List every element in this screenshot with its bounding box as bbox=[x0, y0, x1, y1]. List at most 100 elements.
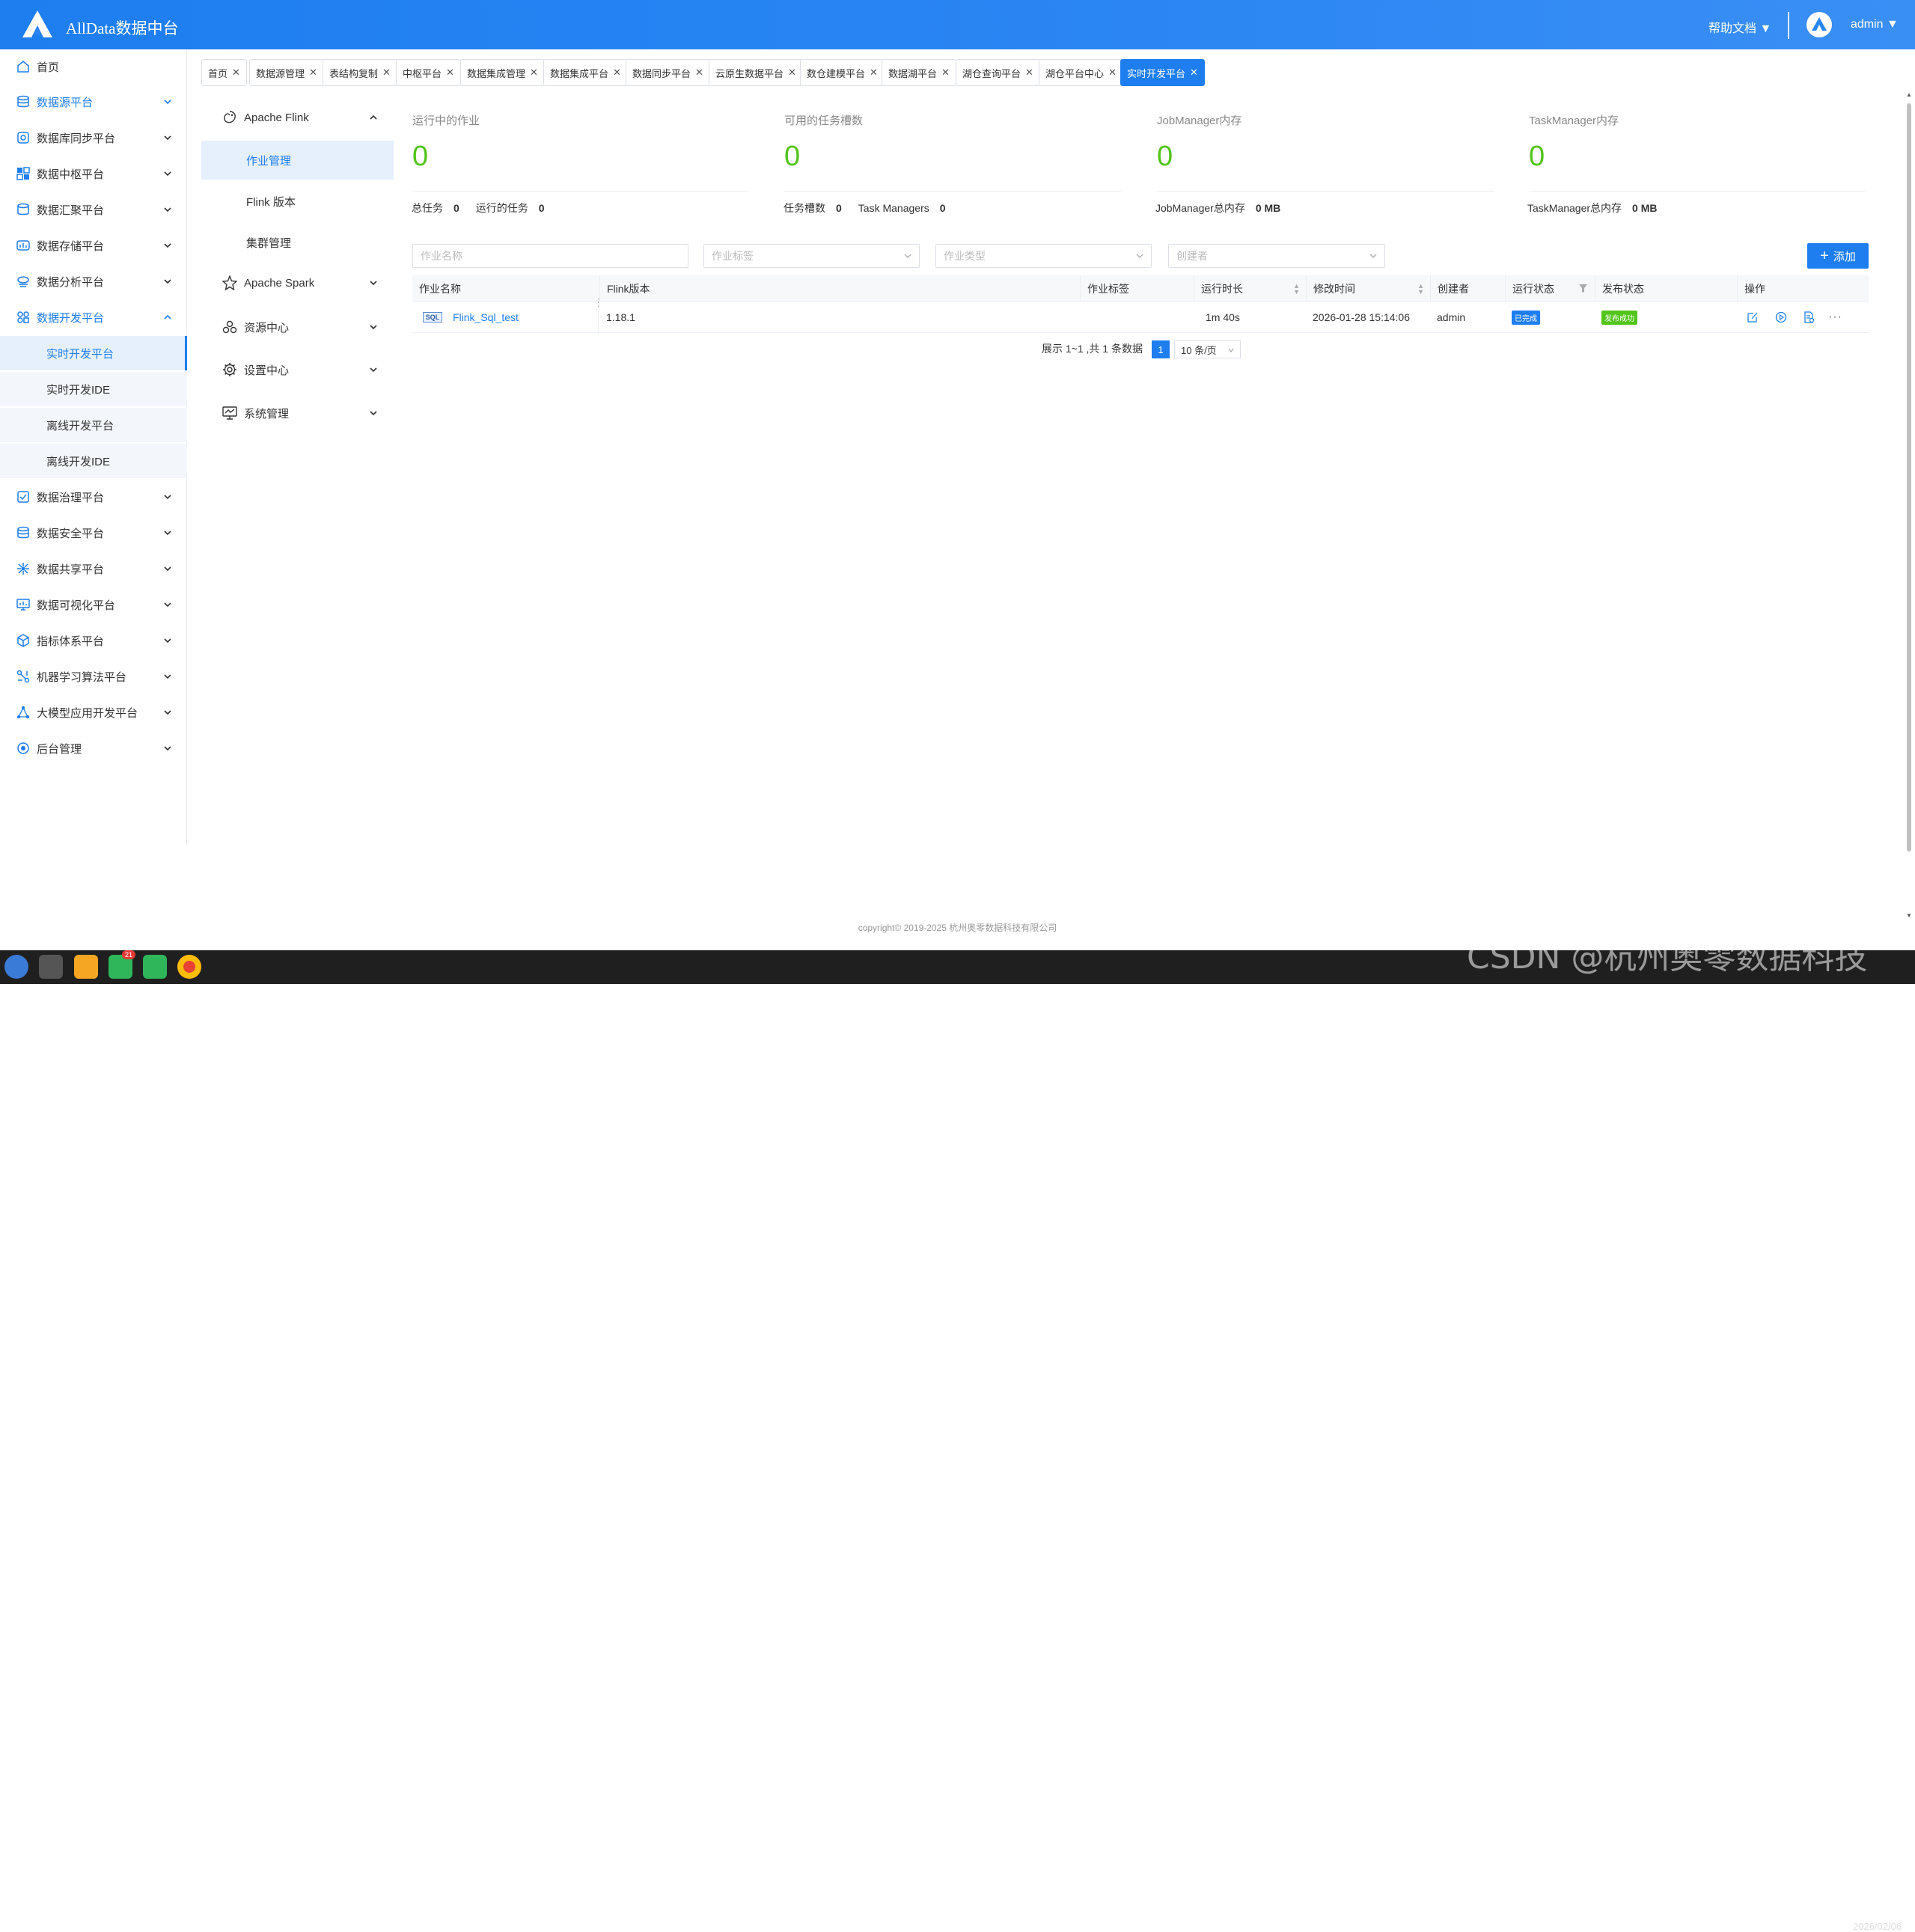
column-header-creator[interactable]: 创建者 bbox=[1430, 275, 1505, 302]
column-header-job-tag[interactable]: 作业标签 bbox=[1080, 275, 1194, 302]
column-header-job-name[interactable]: 作业名称 bbox=[412, 275, 599, 302]
stat-sub-label: Task Managers bbox=[858, 202, 929, 214]
tag-lakehouse-center[interactable]: 湖仓平台中心 ✕ bbox=[1039, 59, 1123, 86]
add-job-button[interactable]: + 添加 bbox=[1807, 243, 1869, 269]
sidebar-item-datasource[interactable]: 数据源平台 bbox=[0, 85, 187, 119]
page-1-button[interactable]: 1 bbox=[1152, 340, 1170, 358]
tag-table-copy[interactable]: 表结构复制 ✕ bbox=[323, 59, 397, 86]
job-tag-select[interactable]: 作业标签 bbox=[703, 244, 920, 268]
column-header-run-status[interactable]: 运行状态 bbox=[1505, 275, 1595, 302]
tag-cloud-native[interactable]: 云原生数据平台 ✕ bbox=[709, 59, 803, 86]
wechat-icon[interactable] bbox=[143, 955, 167, 979]
close-icon[interactable]: ✕ bbox=[232, 67, 240, 79]
file-manager-icon[interactable] bbox=[74, 955, 98, 979]
column-header-modified[interactable]: 修改时间 ▲ ▼ bbox=[1306, 275, 1430, 302]
sort-icon[interactable]: ▲ ▼ bbox=[1293, 282, 1300, 295]
sidebar-item-share[interactable]: 数据共享平台 bbox=[0, 551, 187, 586]
user-avatar[interactable] bbox=[1806, 12, 1832, 37]
tag-sync-platform[interactable]: 数据同步平台 ✕ bbox=[626, 59, 710, 86]
sidebar-item-home[interactable]: 首页 bbox=[0, 49, 187, 84]
column-header-duration[interactable]: 运行时长 ▲ ▼ bbox=[1194, 275, 1306, 302]
close-icon[interactable]: ✕ bbox=[530, 67, 538, 79]
close-icon[interactable]: ✕ bbox=[446, 67, 454, 79]
stat-sub-label: JobManager总内存 bbox=[1155, 202, 1245, 214]
job-name-input[interactable]: 作业名称 bbox=[412, 244, 688, 268]
sidebar-item-data-aggregation[interactable]: 数据汇聚平台 bbox=[0, 192, 187, 227]
tag-lakehouse-query[interactable]: 湖仓查询平台 ✕ bbox=[956, 59, 1040, 86]
menu-apache-spark[interactable]: Apache Spark bbox=[201, 263, 394, 303]
close-icon[interactable]: ✕ bbox=[1025, 67, 1033, 79]
sidebar-sub-offline-dev[interactable]: 离线开发平台 bbox=[0, 408, 187, 442]
column-header-publish-status[interactable]: 发布状态 bbox=[1595, 275, 1737, 302]
sidebar-sub-realtime-ide[interactable]: 实时开发IDE bbox=[0, 372, 187, 406]
sidebar-item-security[interactable]: 数据安全平台 bbox=[0, 516, 187, 550]
close-icon[interactable]: ✕ bbox=[613, 67, 621, 79]
app-green-icon[interactable]: 21 bbox=[109, 950, 135, 979]
network-icon bbox=[16, 706, 30, 719]
close-icon[interactable]: ✕ bbox=[870, 67, 878, 79]
creator-select[interactable]: 创建者 bbox=[1168, 244, 1385, 268]
close-icon[interactable]: ✕ bbox=[382, 67, 391, 79]
filter-icon[interactable] bbox=[1579, 284, 1587, 293]
sidebar-item-llm[interactable]: 大模型应用开发平台 bbox=[0, 695, 187, 730]
menu-resource-center[interactable]: 资源中心 bbox=[201, 307, 394, 347]
chrome-browser-icon[interactable] bbox=[177, 955, 201, 979]
close-icon[interactable]: ✕ bbox=[941, 67, 950, 79]
tag-home[interactable]: 首页 ✕ bbox=[201, 59, 247, 86]
tag-dw-modeling[interactable]: 数仓建模平台 ✕ bbox=[800, 59, 885, 86]
close-icon[interactable]: ✕ bbox=[1190, 67, 1198, 79]
menu-flink-version[interactable]: Flink 版本 bbox=[201, 182, 394, 221]
sidebar-item-data-analysis[interactable]: 数据分析平台 bbox=[0, 264, 187, 299]
menu-apache-flink[interactable]: Apache Flink bbox=[201, 97, 394, 138]
menu-job-management[interactable]: 作业管理 bbox=[201, 141, 394, 180]
taskbar-date: 2026/02/06 bbox=[1853, 1921, 1902, 1932]
scroll-thumb[interactable] bbox=[1907, 103, 1911, 852]
sidebar-item-admin[interactable]: 后台管理 bbox=[0, 731, 187, 765]
multitask-view-icon[interactable] bbox=[39, 955, 63, 979]
more-actions-icon[interactable]: ··· bbox=[1828, 311, 1842, 324]
tag-realtime-dev[interactable]: 实时开发平台 ✕ bbox=[1120, 59, 1205, 86]
menu-system-management[interactable]: 系统管理 bbox=[201, 393, 394, 433]
add-button-label: 添加 bbox=[1833, 250, 1856, 263]
column-header-flink-version[interactable]: Flink版本 bbox=[599, 275, 1080, 302]
job-type-select[interactable]: 作业类型 bbox=[935, 244, 1152, 268]
table-row[interactable]: SQL Flink_Sql_test · · · 1.18.1 1m 40s 202… bbox=[412, 296, 1869, 333]
tag-datasource-mgmt[interactable]: 数据源管理 ✕ bbox=[249, 59, 324, 86]
stat-sub-tm-mem: TaskManager总内存 0 MB bbox=[1527, 201, 1674, 215]
page-scrollbar[interactable]: ▲ ▼ bbox=[1905, 91, 1914, 919]
tag-label: 湖仓平台中心 bbox=[1045, 67, 1105, 79]
alldata-logo-icon[interactable] bbox=[21, 9, 54, 39]
page-size-select[interactable]: 10 条/页 bbox=[1174, 340, 1241, 358]
close-icon[interactable]: ✕ bbox=[788, 67, 796, 79]
close-icon[interactable]: ✕ bbox=[1108, 67, 1117, 79]
close-icon[interactable]: ✕ bbox=[695, 67, 703, 79]
tag-integration-mgmt[interactable]: 数据集成管理 ✕ bbox=[460, 59, 545, 86]
sidebar-item-data-storage[interactable]: 数据存储平台 bbox=[0, 228, 187, 263]
sort-icon[interactable]: ▲ ▼ bbox=[1417, 282, 1424, 295]
stat-sub-value: 0 MB bbox=[1632, 202, 1658, 214]
run-play-icon[interactable] bbox=[1775, 311, 1787, 323]
menu-settings-center[interactable]: 设置中心 bbox=[201, 349, 394, 390]
tag-hub[interactable]: 中枢平台 ✕ bbox=[396, 59, 461, 86]
user-menu[interactable]: admin ▼ bbox=[1851, 18, 1899, 31]
job-name-link[interactable]: Flink_Sql_test bbox=[453, 311, 519, 323]
menu-cluster-management[interactable]: 集群管理 bbox=[201, 223, 394, 262]
sidebar-item-data-hub[interactable]: 数据中枢平台 bbox=[0, 156, 187, 191]
tag-data-lake[interactable]: 数据湖平台 ✕ bbox=[882, 59, 956, 86]
sidebar-item-visualization[interactable]: 数据可视化平台 bbox=[0, 587, 187, 622]
close-icon[interactable]: ✕ bbox=[309, 67, 317, 79]
tag-integration-platform[interactable]: 数据集成平台 ✕ bbox=[543, 59, 628, 86]
sidebar-item-governance[interactable]: 数据治理平台 bbox=[0, 480, 187, 514]
sidebar-sub-realtime-dev[interactable]: 实时开发平台 bbox=[0, 336, 187, 370]
scroll-down-arrow-icon[interactable]: ▼ bbox=[1906, 912, 1912, 919]
sidebar-item-metrics[interactable]: 指标体系平台 bbox=[0, 623, 187, 658]
publish-doc-icon[interactable] bbox=[1803, 311, 1815, 323]
help-docs-dropdown[interactable]: 帮助文档 ▼ bbox=[1708, 18, 1771, 36]
launcher-icon[interactable] bbox=[4, 955, 28, 979]
sidebar-item-db-sync[interactable]: 数据库同步平台 bbox=[0, 120, 187, 155]
scroll-up-arrow-icon[interactable]: ▲ bbox=[1906, 91, 1912, 98]
sidebar-item-data-dev[interactable]: 数据开发平台 bbox=[0, 300, 187, 334]
edit-icon[interactable] bbox=[1747, 311, 1759, 323]
sidebar-item-ml[interactable]: 机器学习算法平台 bbox=[0, 659, 187, 694]
sidebar-sub-offline-ide[interactable]: 离线开发IDE bbox=[0, 444, 187, 478]
